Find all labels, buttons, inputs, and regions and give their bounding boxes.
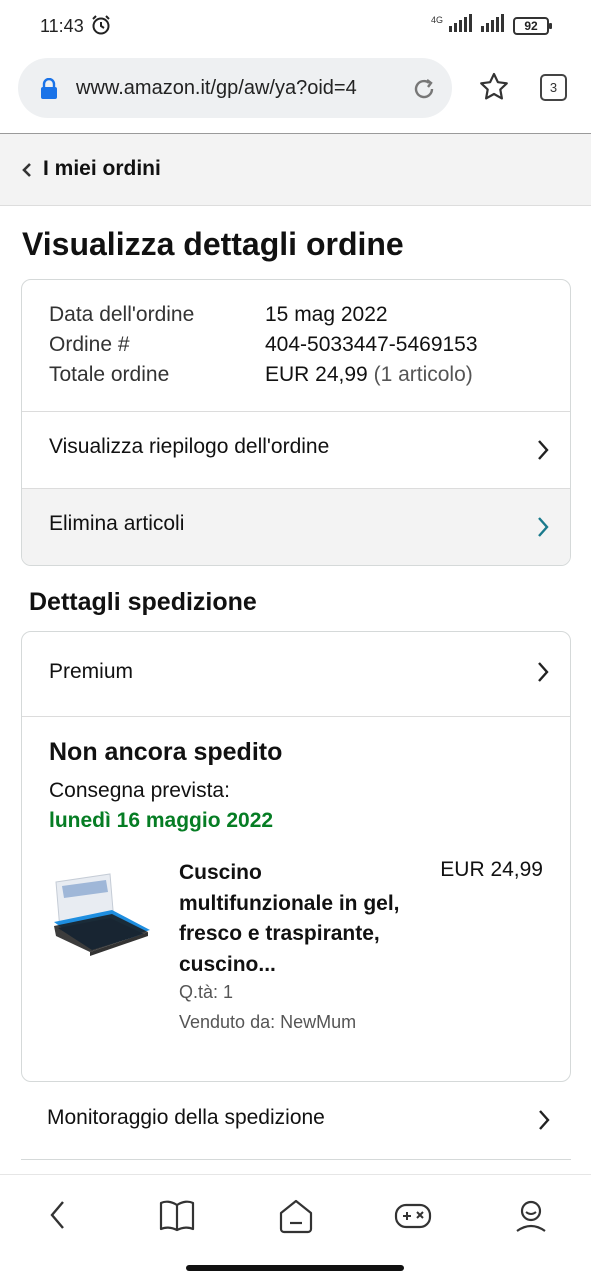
status-bar: 11:43 4G 92 [0,0,591,52]
order-date-label: Data dell'ordine [49,303,195,326]
order-total-amount: EUR 24,99 [265,363,368,386]
shipping-service-label: Premium [49,660,134,683]
product-title-link[interactable]: Cuscino multifunzionale in gel, fresco e… [179,858,419,980]
delete-items-label: Elimina articoli [49,512,185,535]
delivery-label: Consegna prevista: [49,779,230,802]
lock-icon [40,77,58,105]
product-quantity: Q.tà: 1 [179,982,234,1002]
tracking-link[interactable]: Monitoraggio della spedizione [21,1082,571,1160]
divider [22,716,570,717]
order-number-label: Ordine # [49,333,130,356]
browser-bottom-nav [0,1174,591,1280]
chevron-right-icon [536,438,550,467]
delete-items-link[interactable]: Elimina articoli [22,489,570,565]
home-icon[interactable] [277,1197,315,1240]
order-total-label: Totale ordine [49,363,170,386]
bookmark-star-icon[interactable] [478,71,510,108]
address-bar[interactable]: www.amazon.it/gp/aw/ya?oid=4 [18,58,452,118]
product-price: EUR 24,99 [440,858,543,881]
signal-icon [449,14,475,37]
order-summary-label: Visualizza riepilogo dell'ordine [49,435,330,458]
tabs-count-button[interactable]: 3 [540,74,567,101]
product-seller: Venduto da: NewMum [179,1012,357,1032]
shipment-card: Premium Non ancora spedito Consegna prev… [21,631,571,1082]
delivery-date: lunedì 16 maggio 2022 [49,809,274,832]
page-title: Visualizza dettagli ordine [22,226,404,262]
profile-icon[interactable] [513,1197,549,1240]
order-total-items: (1 articolo) [373,363,473,386]
network-type: 4G [430,14,443,25]
back-arrow-icon[interactable] [46,1197,70,1238]
product-image[interactable] [52,870,152,960]
order-total-value: EUR 24,99 (1 articolo) [265,363,473,387]
browser-bar: www.amazon.it/gp/aw/ya?oid=4 3 [0,56,591,120]
status-time: 11:43 [40,16,84,36]
status-indicators: 4G 92 [430,14,552,37]
chevron-right-icon [537,1108,551,1137]
chevron-right-icon [536,660,550,689]
reload-icon[interactable] [410,75,438,108]
order-date-value: 15 mag 2022 [265,303,388,326]
gamepad-icon[interactable] [393,1197,433,1238]
back-nav-label: I miei ordini [43,157,161,180]
order-summary-link[interactable]: Visualizza riepilogo dell'ordine [22,412,570,489]
alarm-icon [90,14,112,41]
order-number-value: 404-5033447-5469153 [265,333,478,356]
shipping-service-link[interactable]: Premium [22,632,570,716]
chevron-left-icon [20,161,34,184]
gesture-home-bar[interactable] [186,1265,404,1271]
battery-icon: 92 [513,16,552,35]
shipping-section-title: Dettagli spedizione [29,588,257,616]
url-text[interactable]: www.amazon.it/gp/aw/ya?oid=4 [76,77,406,100]
order-info-card: Data dell'ordine 15 mag 2022 Ordine # 40… [21,279,571,566]
back-nav[interactable]: I miei ordini [0,134,591,206]
signal-icon-2 [481,14,507,37]
chevron-right-icon [536,515,550,544]
bookmarks-book-icon[interactable] [158,1197,196,1238]
shipment-status: Non ancora spedito [49,738,283,766]
tracking-label: Monitoraggio della spedizione [47,1106,325,1129]
